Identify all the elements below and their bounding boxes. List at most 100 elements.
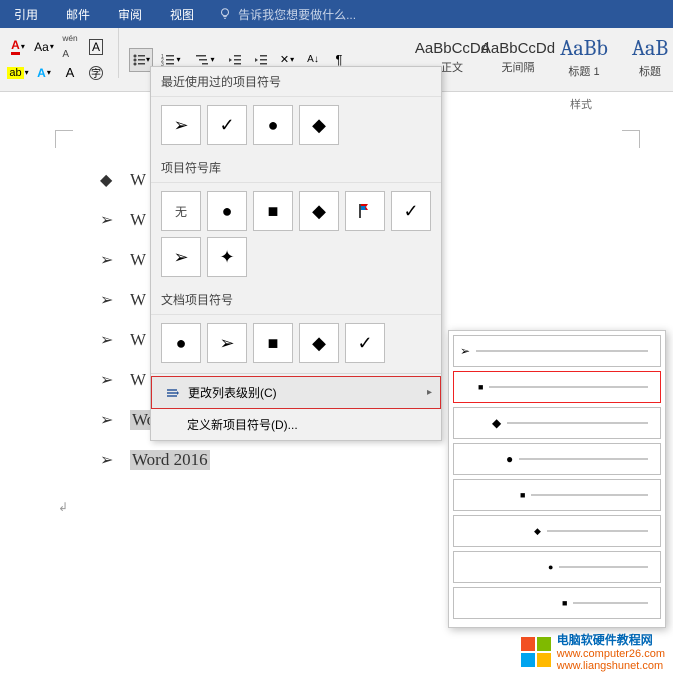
bullet-icon: ■ (520, 490, 525, 500)
bullet-option[interactable]: ✦ (207, 237, 247, 277)
section-title: 文档项目符号 (151, 285, 441, 315)
level-option[interactable]: ■ (453, 371, 661, 403)
tell-me-label: 告诉我您想要做什么... (238, 6, 356, 23)
bullet-icon: ● (548, 562, 553, 572)
watermark: 电脑软硬件教程网 www.computer26.com www.liangshu… (521, 631, 665, 672)
bullet-option[interactable]: ◆ (299, 323, 339, 363)
bullet-option[interactable]: ✓ (345, 323, 385, 363)
level-line (559, 566, 648, 568)
bullet-icon: ■ (478, 382, 483, 392)
line-text: W (130, 210, 146, 230)
document-bullets: ● ➢ ■ ◆ ✓ (151, 315, 441, 371)
bullet-option[interactable]: ➢ (161, 237, 201, 277)
lightbulb-icon (218, 7, 232, 21)
level-line (507, 422, 648, 424)
level-option[interactable]: ● (453, 443, 661, 475)
bullet-option[interactable]: ◆ (299, 191, 339, 231)
define-new-bullet-item[interactable]: 定义新项目符号(D)... (151, 409, 441, 440)
tab-mailings[interactable]: 邮件 (52, 0, 104, 28)
list-level-submenu: ➢ ■ ◆ ● ■ ◆ ● ■ (448, 330, 666, 628)
list-item[interactable]: ➢ Word 2016 (55, 440, 210, 480)
bullet-option[interactable]: ✓ (391, 191, 431, 231)
style-name: 无间隔 (502, 59, 535, 75)
font-grow-button[interactable]: A (58, 61, 82, 85)
phonetic-guide-button[interactable]: wénA (58, 35, 82, 59)
font-color-button[interactable]: A▾ (6, 35, 30, 59)
level-option[interactable]: ● (453, 551, 661, 583)
bullet-option[interactable]: ➢ (207, 323, 247, 363)
line-text: Word 2016 (130, 450, 210, 470)
section-title: 项目符号库 (151, 153, 441, 183)
highlight-button[interactable]: ab▾ (6, 61, 30, 85)
level-line (519, 458, 648, 460)
bullet-option-none[interactable]: 无 (161, 191, 201, 231)
level-option[interactable]: ➢ (453, 335, 661, 367)
style-preview: AaB (632, 35, 668, 61)
bullet-option[interactable]: ✓ (207, 105, 247, 145)
character-border-button[interactable]: A (84, 35, 108, 59)
menu-label: 定义新项目符号(D)... (187, 416, 298, 433)
level-option[interactable]: ■ (453, 479, 661, 511)
styles-group-label: 样式 (570, 96, 592, 112)
bullet-icon: ➢ (100, 330, 120, 350)
line-text: W (130, 330, 146, 350)
change-case-button[interactable]: Aa▾ (32, 35, 56, 59)
text-effects-button[interactable]: A▾ (32, 61, 56, 85)
bullet-icon: ➢ (100, 410, 120, 430)
bullet-icon: ◆ (492, 416, 501, 430)
bullet-option[interactable]: ● (161, 323, 201, 363)
bullet-icon: ➢ (100, 370, 120, 390)
section-title: 最近使用过的项目符号 (151, 67, 441, 97)
bullet-option[interactable]: ● (207, 191, 247, 231)
paragraph-mark: ↲ (58, 500, 68, 515)
menu-label: 更改列表级别(C) (188, 384, 277, 401)
change-list-level-item[interactable]: 更改列表级别(C) (151, 376, 441, 409)
bullet-icon: ◆ (100, 170, 120, 190)
style-name: 标题 (639, 63, 661, 79)
tab-references[interactable]: 引用 (0, 0, 52, 28)
level-line (547, 530, 648, 532)
numbering-icon: 123 (161, 53, 175, 67)
style-preview: AaBb (560, 35, 608, 61)
page-corner (622, 130, 640, 148)
watermark-text: 电脑软硬件教程网 (557, 631, 665, 648)
enclose-char-button[interactable]: 字 (84, 61, 108, 85)
bullets-dropdown: 最近使用过的项目符号 ➢ ✓ ● ◆ 项目符号库 无 ● ■ ◆ ✓ ➢ ✦ 文… (150, 66, 442, 441)
tab-review[interactable]: 审阅 (104, 0, 156, 28)
line-text: W (130, 250, 146, 270)
line-text: W (130, 170, 146, 190)
line-text: W (130, 290, 146, 310)
flag-icon (356, 202, 374, 220)
logo-icon (521, 637, 551, 667)
level-line (476, 350, 648, 352)
bullet-icon: ● (506, 452, 513, 466)
bullet-option-flag[interactable] (345, 191, 385, 231)
tell-me-search[interactable]: 告诉我您想要做什么... (208, 6, 356, 23)
divider (118, 28, 119, 78)
bullet-icon: ➢ (460, 344, 470, 358)
bullet-icon: ➢ (100, 290, 120, 310)
styles-gallery: AaBbCcDd正文 AaBbCcDd无间隔 AaBb标题 1 AaB标题 (420, 32, 673, 82)
bullet-option[interactable]: ■ (253, 323, 293, 363)
level-line (531, 494, 648, 496)
bullet-option[interactable]: ➢ (161, 105, 201, 145)
style-name: 标题 1 (568, 63, 599, 79)
level-option[interactable]: ◆ (453, 407, 661, 439)
line-text: W (130, 370, 146, 390)
bullet-icon: ➢ (100, 450, 120, 470)
recent-bullets: ➢ ✓ ● ◆ (151, 97, 441, 153)
level-line (489, 386, 648, 388)
style-name: 正文 (441, 59, 463, 75)
watermark-url: www.computer26.com (557, 648, 665, 660)
tab-view[interactable]: 视图 (156, 0, 208, 28)
bullet-option[interactable]: ● (253, 105, 293, 145)
style-title[interactable]: AaB 标题 (618, 32, 673, 82)
bullet-option[interactable]: ◆ (299, 105, 339, 145)
style-heading1[interactable]: AaBb 标题 1 (552, 32, 616, 82)
level-option[interactable]: ◆ (453, 515, 661, 547)
bullet-option[interactable]: ■ (253, 191, 293, 231)
style-nospacing[interactable]: AaBbCcDd无间隔 (486, 32, 550, 82)
level-option[interactable]: ■ (453, 587, 661, 619)
bullets-icon (132, 53, 145, 67)
outdent-icon (228, 53, 242, 67)
